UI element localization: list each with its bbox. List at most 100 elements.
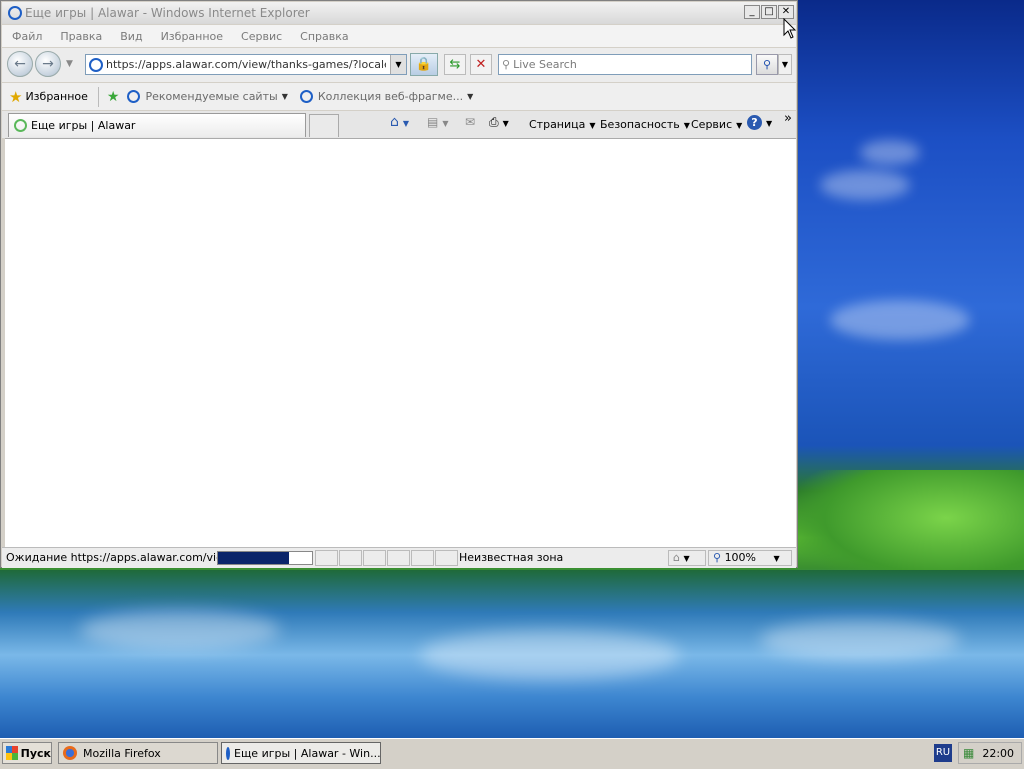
ie-page-icon xyxy=(299,90,313,103)
tab-bar: Еще игры | Alawar ⌂ ▼ ▤ ▼ ✉ ⎙ ▼ Страница ▼ Б… xyxy=(2,111,796,138)
page-menu[interactable]: Страница ▼ xyxy=(529,118,596,131)
print-button[interactable]: ⎙ ▼ xyxy=(489,115,509,130)
minimize-button[interactable]: _ xyxy=(744,5,760,19)
taskbar-button-label: Mozilla Firefox xyxy=(83,746,161,760)
security-zone[interactable]: Неизвестная зона xyxy=(459,551,563,564)
favorites-star-icon: ★ xyxy=(9,87,23,106)
progress-fill xyxy=(218,552,289,564)
desktop-cloud xyxy=(860,140,920,165)
firefox-icon xyxy=(63,746,77,760)
chevron-down-icon[interactable]: ▼ xyxy=(503,119,509,128)
status-cell xyxy=(339,550,362,566)
home-button[interactable]: ⌂ ▼ xyxy=(390,114,409,130)
stop-button[interactable]: ✕ xyxy=(470,54,492,75)
safety-menu[interactable]: Безопасность ▼ xyxy=(600,118,690,131)
tab-title: Еще игры | Alawar xyxy=(31,119,136,132)
desktop-lake-shine xyxy=(80,610,280,650)
safety-menu-label: Безопасность xyxy=(600,118,680,131)
chevron-down-icon[interactable]: ▼ xyxy=(467,92,473,101)
more-commands-chevron-icon[interactable]: » xyxy=(784,111,792,126)
suggested-sites-link[interactable]: Рекомендуемые сайты xyxy=(145,90,277,103)
taskbar-button-label: Еще игры | Alawar - Win... xyxy=(234,746,381,760)
search-options-dropdown[interactable]: ▼ xyxy=(778,54,792,75)
menu-help[interactable]: Справка xyxy=(290,30,356,43)
menu-view[interactable]: Вид xyxy=(110,30,150,43)
status-cell xyxy=(387,550,410,566)
menu-favorites[interactable]: Избранное xyxy=(151,30,231,43)
window-title: Еще игры | Alawar - Windows Internet Exp… xyxy=(25,6,310,20)
recent-pages-dropdown[interactable]: ▼ xyxy=(66,59,73,69)
menu-edit[interactable]: Правка xyxy=(50,30,110,43)
search-input[interactable] xyxy=(510,57,736,72)
ie-logo-icon xyxy=(226,746,230,760)
navigation-bar: ← → ▼ https://apps.alawar.com/view/thank… xyxy=(2,48,796,82)
status-cell xyxy=(315,550,338,566)
lock-icon[interactable]: 🔒 xyxy=(410,53,438,76)
zoom-button[interactable]: ⚲ 100% ▼ xyxy=(708,550,792,566)
menu-bar: Файл Правка Вид Избранное Сервис Справка xyxy=(2,25,796,47)
chevron-down-icon: ▼ xyxy=(736,121,743,130)
mouse-cursor-icon xyxy=(783,18,797,39)
favorites-bar: ★ Избранное ★ Рекомендуемые сайты ▼ Колл… xyxy=(2,83,796,110)
title-bar[interactable]: Еще игры | Alawar - Windows Internet Exp… xyxy=(2,2,796,24)
search-icon: ⚲ xyxy=(502,58,511,71)
ie-window: Еще игры | Alawar - Windows Internet Exp… xyxy=(0,0,798,568)
mail-button[interactable]: ✉ xyxy=(465,115,475,129)
chevron-down-icon[interactable]: ▼ xyxy=(403,119,409,128)
zoom-icon: ⚲ xyxy=(713,551,722,564)
help-button[interactable]: ? ▼ xyxy=(747,115,772,130)
taskbar-button-ie[interactable]: Еще игры | Alawar - Win... xyxy=(221,742,381,764)
start-button[interactable]: Пуск xyxy=(2,742,52,764)
add-favorite-icon[interactable]: ★ xyxy=(107,89,120,105)
network-icon[interactable]: ▦ xyxy=(963,746,974,760)
system-tray: ▦ 22:00 xyxy=(958,742,1022,764)
taskbar: Пуск Mozilla Firefox Еще игры | Alawar -… xyxy=(0,738,1024,769)
desktop-cloud xyxy=(830,300,970,340)
address-text[interactable]: https://apps.alawar.com/view/thanks-game… xyxy=(106,58,386,71)
taskbar-button-firefox[interactable]: Mozilla Firefox xyxy=(58,742,218,764)
search-box[interactable]: ⚲ xyxy=(498,54,752,75)
back-button[interactable]: ← xyxy=(7,51,33,77)
chevron-down-icon: ▼ xyxy=(766,119,773,128)
status-cell xyxy=(435,550,458,566)
loading-spinner-icon xyxy=(14,119,27,132)
language-indicator[interactable]: RU xyxy=(934,744,952,762)
maximize-button[interactable]: □ xyxy=(761,5,777,19)
window-controls: _ □ ✕ xyxy=(744,5,794,19)
close-button[interactable]: ✕ xyxy=(778,5,794,19)
tools-menu[interactable]: Сервис ▼ xyxy=(691,118,742,131)
clock[interactable]: 22:00 xyxy=(982,747,1014,760)
search-go-button[interactable]: ⚲ xyxy=(756,54,778,75)
chevron-down-icon: ▼ xyxy=(773,554,780,563)
forward-button[interactable]: → xyxy=(35,51,61,77)
feeds-button[interactable]: ▤ ▼ xyxy=(427,115,449,129)
page-ie-icon xyxy=(89,57,103,72)
new-tab-button[interactable] xyxy=(309,114,339,137)
tab-active[interactable]: Еще игры | Alawar xyxy=(8,113,306,137)
page-load-progress xyxy=(217,551,313,565)
refresh-button[interactable]: ⇆ xyxy=(444,54,466,75)
menu-tools[interactable]: Сервис xyxy=(231,30,290,43)
chevron-down-icon: ▼ xyxy=(683,554,690,563)
start-label: Пуск xyxy=(20,746,51,760)
status-text: Ожидание https://apps.alawar.com/view/ xyxy=(6,551,236,564)
status-bar: Ожидание https://apps.alawar.com/view/ Н… xyxy=(2,547,796,568)
desktop-lake-shine xyxy=(760,620,960,660)
desktop-lake-shine xyxy=(420,630,680,680)
page-menu-label: Страница xyxy=(529,118,586,131)
chevron-down-icon: ▼ xyxy=(589,121,596,130)
zoom-level: 100% xyxy=(724,551,757,564)
chevron-down-icon[interactable]: ▼ xyxy=(442,119,448,128)
page-content[interactable] xyxy=(5,138,796,548)
address-bar[interactable]: https://apps.alawar.com/view/thanks-game… xyxy=(85,54,407,75)
menu-file[interactable]: Файл xyxy=(2,30,50,43)
desktop-cloud xyxy=(820,170,910,200)
help-icon: ? xyxy=(747,115,762,130)
address-dropdown-button[interactable]: ▼ xyxy=(390,55,406,74)
protected-mode-button[interactable]: ⌂ ▼ xyxy=(668,550,706,566)
chevron-down-icon[interactable]: ▼ xyxy=(282,92,288,101)
status-cell xyxy=(411,550,434,566)
divider xyxy=(97,86,99,107)
web-slice-gallery-link[interactable]: Коллекция веб-фрагме... xyxy=(318,90,463,103)
favorites-button[interactable]: Избранное xyxy=(25,90,87,103)
